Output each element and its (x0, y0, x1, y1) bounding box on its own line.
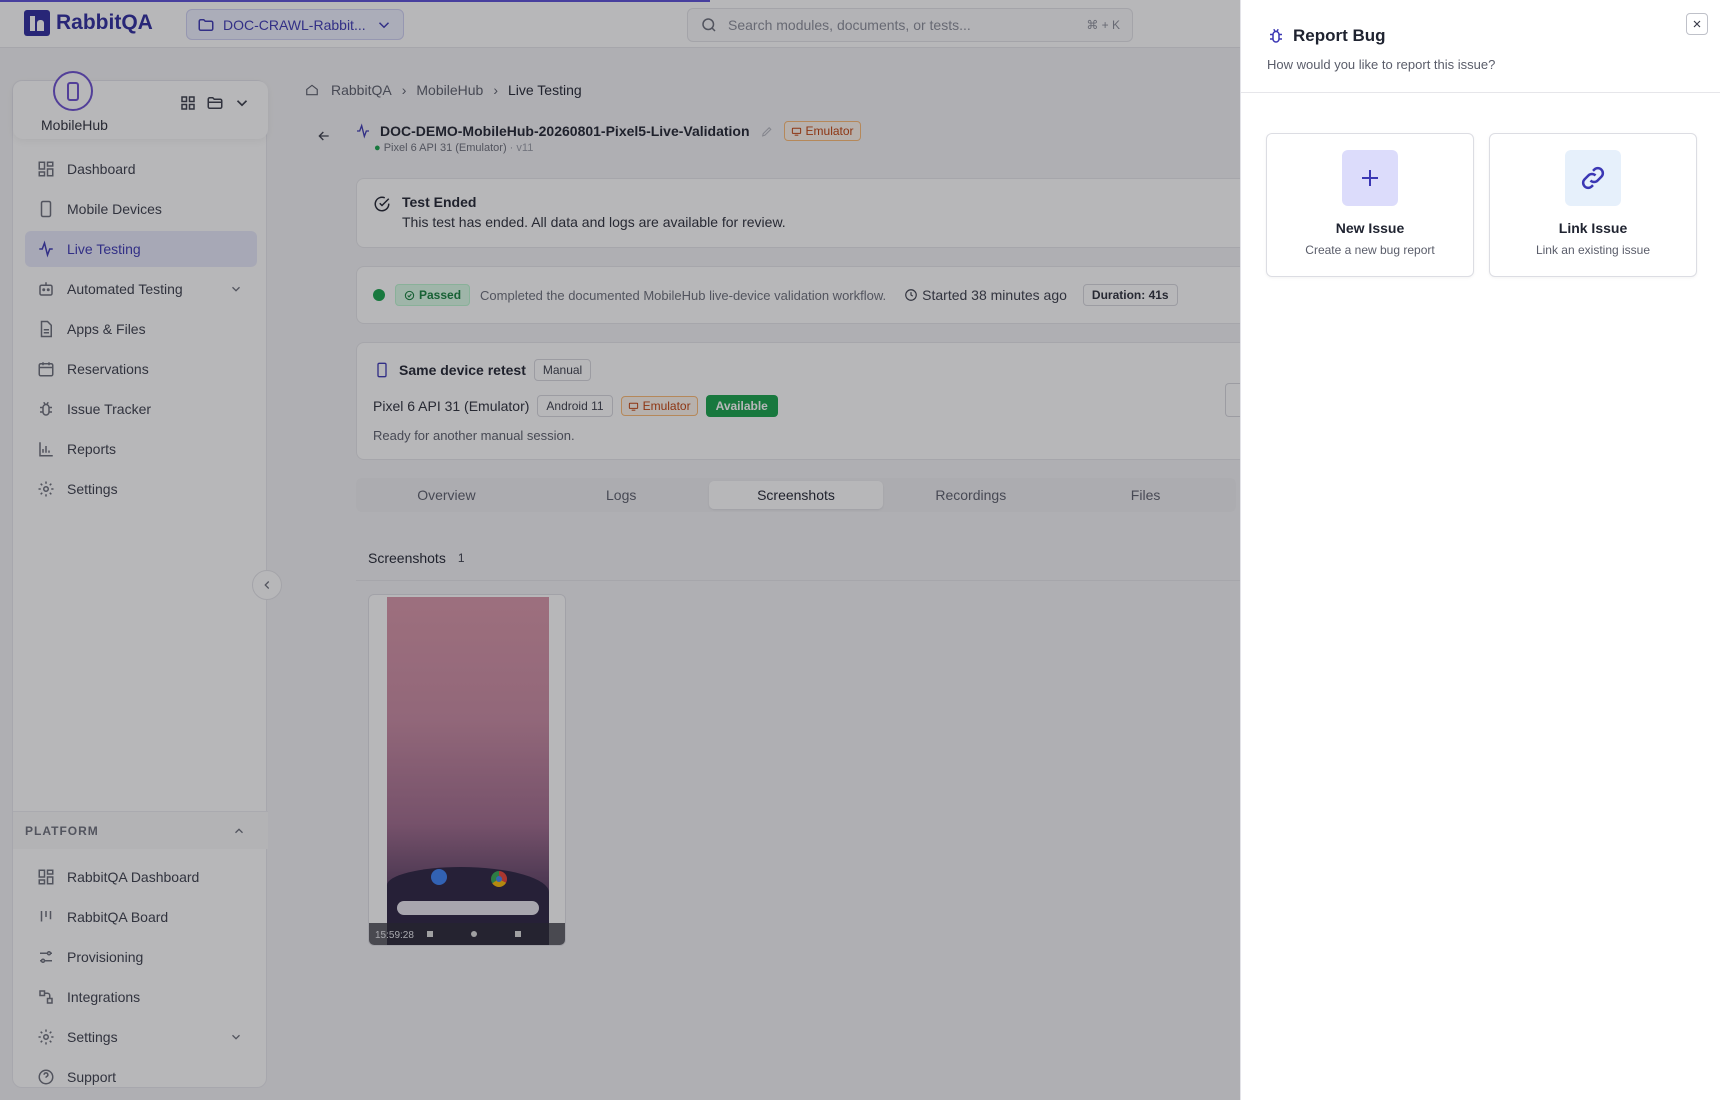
drawer-header: Report Bug How would you like to report … (1241, 0, 1720, 93)
plus-icon (1362, 170, 1378, 186)
new-issue-desc: Create a new bug report (1305, 243, 1435, 257)
drawer-subtitle: How would you like to report this issue? (1267, 57, 1496, 72)
close-button[interactable] (1686, 13, 1708, 35)
new-issue-option[interactable]: New Issue Create a new bug report (1266, 133, 1474, 277)
report-bug-drawer: Report Bug How would you like to report … (1240, 0, 1720, 1100)
link-issue-title: Link Issue (1558, 220, 1628, 236)
new-issue-icon-box (1342, 150, 1398, 206)
app-root: RabbitQA DOC-CRAWL-Rabbit... Search modu… (0, 0, 1720, 1100)
link-issue-icon-box (1565, 150, 1621, 206)
new-issue-title: New Issue (1335, 220, 1405, 236)
close-icon (1693, 20, 1701, 28)
link-issue-desc: Link an existing issue (1535, 243, 1651, 257)
bug-icon (1270, 28, 1282, 43)
link-icon (1581, 166, 1605, 190)
drawer-title: Report Bug (1293, 26, 1386, 45)
link-issue-option[interactable]: Link Issue Link an existing issue (1489, 133, 1697, 277)
modal-backdrop[interactable] (0, 0, 1240, 1100)
